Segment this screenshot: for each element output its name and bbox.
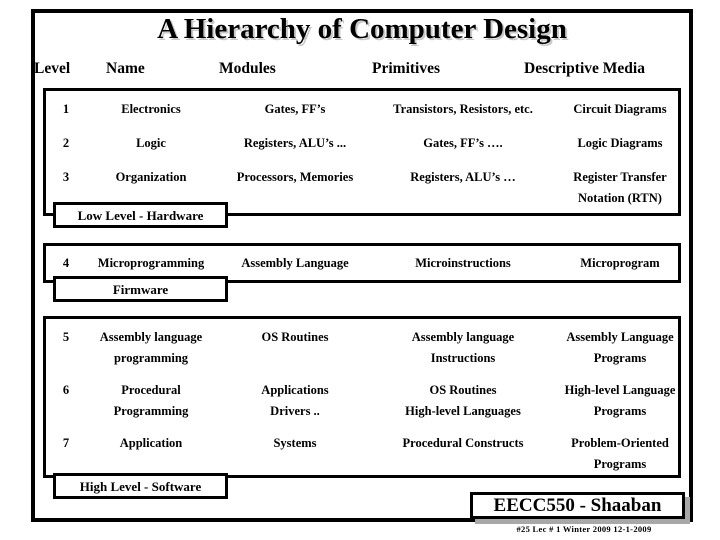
cell-level: 2 <box>62 136 70 150</box>
cell-descriptive-media: Assembly Language Programs <box>566 330 674 365</box>
column-header-descriptive-media: Descriptive Media <box>524 60 645 77</box>
column-header-row: Level Name Modules Primitives Descriptiv… <box>31 60 693 82</box>
page-title: A Hierarchy of Computer Design <box>157 13 567 45</box>
cell-name: Application <box>119 436 183 450</box>
group-label-high-level-software: High Level - Software <box>53 473 228 499</box>
cell-primitives: Assembly language Instructions <box>411 330 515 365</box>
cell-primitives: Transistors, Resistors, etc. <box>393 102 533 116</box>
cell-descriptive-media: Circuit Diagrams <box>573 102 667 116</box>
column-header-name: Name <box>106 60 145 77</box>
cell-descriptive-media: Microprogram <box>580 256 660 270</box>
cell-modules: Registers, ALU’s ... <box>243 136 347 150</box>
cell-level: 6 <box>62 383 70 397</box>
cell-modules: Applications Drivers .. <box>261 383 329 418</box>
cell-descriptive-media: Register Transfer Notation (RTN) <box>573 170 667 205</box>
cell-descriptive-media: Problem-Oriented Programs <box>571 436 669 471</box>
cell-name: Assembly language programming <box>99 330 203 365</box>
slide-canvas: A Hierarchy of Computer Design Level Nam… <box>0 0 720 540</box>
cell-name: Organization <box>115 170 187 184</box>
cell-name: Microprogramming <box>97 256 205 270</box>
cell-descriptive-media: High-level Language Programs <box>564 383 676 418</box>
cell-primitives: Procedural Constructs <box>402 436 524 450</box>
course-badge: EECC550 - Shaaban <box>470 492 685 519</box>
cell-level: 5 <box>62 330 70 344</box>
cell-level: 3 <box>62 170 70 184</box>
cell-primitives: Registers, ALU’s … <box>410 170 516 184</box>
cell-primitives: Microinstructions <box>415 256 511 270</box>
cell-modules: Gates, FF’s <box>264 102 326 116</box>
cell-name: Logic <box>136 136 166 150</box>
group-box-hardware: 1 Electronics Gates, FF’s Transistors, R… <box>43 88 681 216</box>
cell-level: 7 <box>62 436 70 450</box>
cell-descriptive-media: Logic Diagrams <box>577 136 663 150</box>
group-box-software: 5 Assembly language programming OS Routi… <box>43 316 681 478</box>
cell-modules: OS Routines <box>261 330 329 344</box>
cell-name: Electronics <box>121 102 181 116</box>
cell-modules: Assembly Language <box>241 256 349 270</box>
slide-footer-info: #25 Lec # 1 Winter 2009 12-1-2009 <box>516 524 652 534</box>
column-header-primitives: Primitives <box>372 60 441 77</box>
cell-modules: Processors, Memories <box>236 170 354 184</box>
cell-modules: Systems <box>273 436 317 450</box>
group-label-firmware: Firmware <box>53 276 228 302</box>
cell-name: Procedural Programming <box>113 383 189 418</box>
cell-primitives: Gates, FF’s …. <box>423 136 503 150</box>
group-label-low-level-hardware: Low Level - Hardware <box>53 202 228 228</box>
column-header-level: Level <box>34 60 71 77</box>
column-header-modules: Modules <box>219 60 276 77</box>
cell-primitives: OS Routines High-level Languages <box>405 383 521 418</box>
cell-level: 1 <box>62 102 70 116</box>
cell-level: 4 <box>62 256 70 270</box>
